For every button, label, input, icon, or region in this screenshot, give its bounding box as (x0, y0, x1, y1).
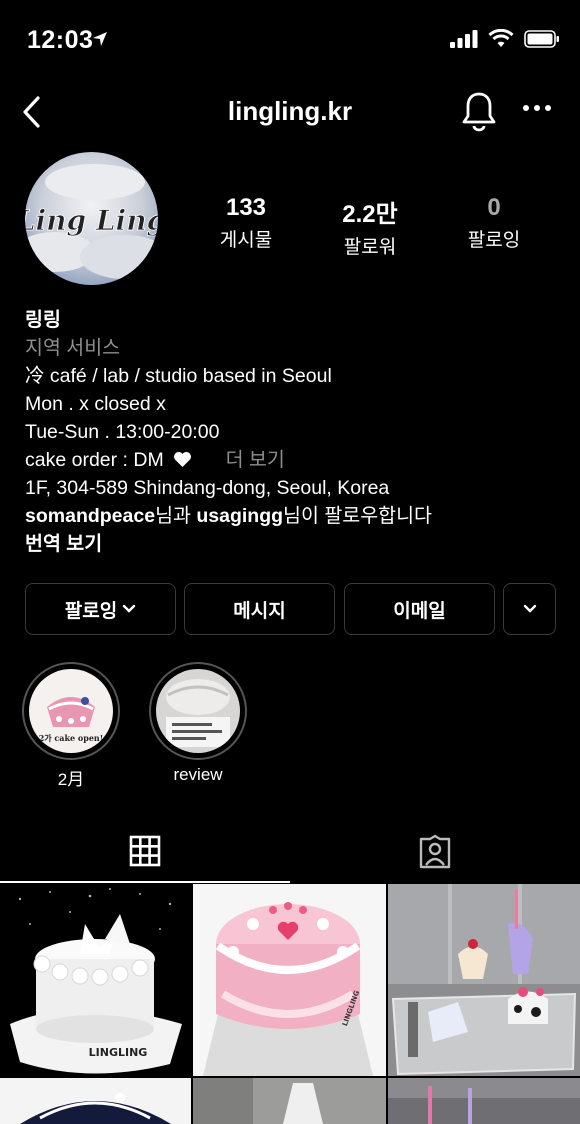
bio-more-link[interactable]: 더 보기 (226, 449, 285, 471)
chevron-down-icon (123, 604, 136, 613)
more-options-icon[interactable] (522, 102, 552, 114)
cake-board-brand: LINGLING (89, 1046, 148, 1059)
email-button[interactable]: 이메일 (344, 583, 495, 635)
avatar-image: Ling Ling (25, 152, 158, 285)
following-button[interactable]: 팔로잉 (25, 583, 176, 635)
bio-address[interactable]: 1F, 304-589 Shindang-dong, Seoul, Korea (25, 474, 565, 502)
stat-followers-label: 팔로워 (343, 237, 397, 258)
bio-line: cake order : DM (25, 449, 164, 471)
bio-line: 冷 café / lab / studio based in Seoul (25, 365, 332, 387)
status-icons (450, 29, 560, 48)
profile-header: lingling.kr (0, 84, 580, 140)
stat-following[interactable]: 0 팔로잉 (434, 194, 554, 252)
profile-tabs (0, 820, 580, 883)
stat-posts-count: 133 (225, 194, 267, 221)
profile-category[interactable]: 지역 서비스 (25, 334, 565, 362)
message-button[interactable]: 메시지 (184, 583, 335, 635)
post-thumbnail[interactable] (0, 1078, 191, 1124)
translate-link[interactable]: 번역 보기 (25, 533, 102, 555)
location-arrow-icon (93, 32, 107, 46)
tab-posts-grid[interactable] (0, 820, 290, 883)
followed-by-text: 님이 팔로우합니다 (283, 505, 432, 527)
status-bar: 12:03 (0, 0, 580, 84)
followed-by-user[interactable]: somandpeace (25, 505, 155, 527)
stat-followers-count: 2.2만 (342, 201, 398, 228)
message-button-label: 메시지 (233, 600, 286, 622)
profile-bio: 링링 지역 서비스 冷 café / lab / studio based in… (25, 306, 565, 558)
bio-line: Tue-Sun . 13:00-20:00 (25, 421, 220, 443)
highlight-cover (156, 669, 240, 753)
tagged-user-icon (419, 834, 451, 868)
email-button-label: 이메일 (393, 600, 446, 622)
following-button-label: 팔로잉 (64, 600, 118, 622)
suggested-accounts-button[interactable] (503, 583, 556, 635)
highlight-cover: 2가 cake open! (29, 669, 113, 753)
post-thumbnail[interactable] (388, 884, 580, 1076)
grid-icon (129, 835, 161, 866)
tab-tagged[interactable] (290, 820, 580, 883)
post-thumbnail[interactable] (193, 1078, 386, 1124)
bio-line: Mon . x closed x (25, 393, 166, 415)
highlight-label: 2月 (57, 770, 85, 789)
post-thumbnail[interactable]: LINGLING (0, 884, 191, 1076)
chevron-down-icon (523, 604, 536, 613)
followed-by[interactable]: somandpeace님과 usagingg님이 팔로우합니다 (25, 502, 565, 530)
highlight-ring: 2가 cake open! (22, 662, 120, 760)
stat-following-count: 0 (487, 194, 501, 221)
highlight-caption: 2가 cake open! (39, 733, 104, 743)
profile-avatar[interactable]: Ling Ling (25, 152, 158, 285)
story-highlight[interactable]: 2가 cake open! 2月 (21, 662, 121, 790)
stat-posts-label: 게시물 (219, 230, 273, 251)
status-time: 12:03 (27, 26, 94, 54)
post-thumbnail[interactable]: LINGLING (193, 884, 386, 1076)
post-thumbnail[interactable] (388, 1078, 580, 1124)
highlight-label: review (173, 765, 223, 784)
bio-line-order: cake order : DM 더 보기 (25, 446, 565, 474)
wifi-icon (488, 29, 514, 47)
profile-name: 링링 (25, 309, 61, 331)
stat-following-label: 팔로잉 (467, 230, 521, 251)
stat-followers[interactable]: 2.2만 팔로워 (310, 194, 430, 259)
highlight-ring (149, 662, 247, 760)
battery-icon (524, 29, 559, 48)
heart-icon (174, 451, 192, 468)
followed-by-text: 님과 (155, 505, 197, 527)
profile-action-buttons: 팔로잉 메시지 이메일 (25, 583, 556, 635)
avatar-logo-text: Ling Ling (25, 204, 158, 237)
signal-icon (450, 29, 478, 48)
notification-bell-icon[interactable] (460, 90, 498, 132)
followed-by-user[interactable]: usagingg (196, 505, 283, 527)
story-highlight[interactable]: review (148, 662, 248, 785)
stat-posts[interactable]: 133 게시물 (186, 194, 306, 252)
